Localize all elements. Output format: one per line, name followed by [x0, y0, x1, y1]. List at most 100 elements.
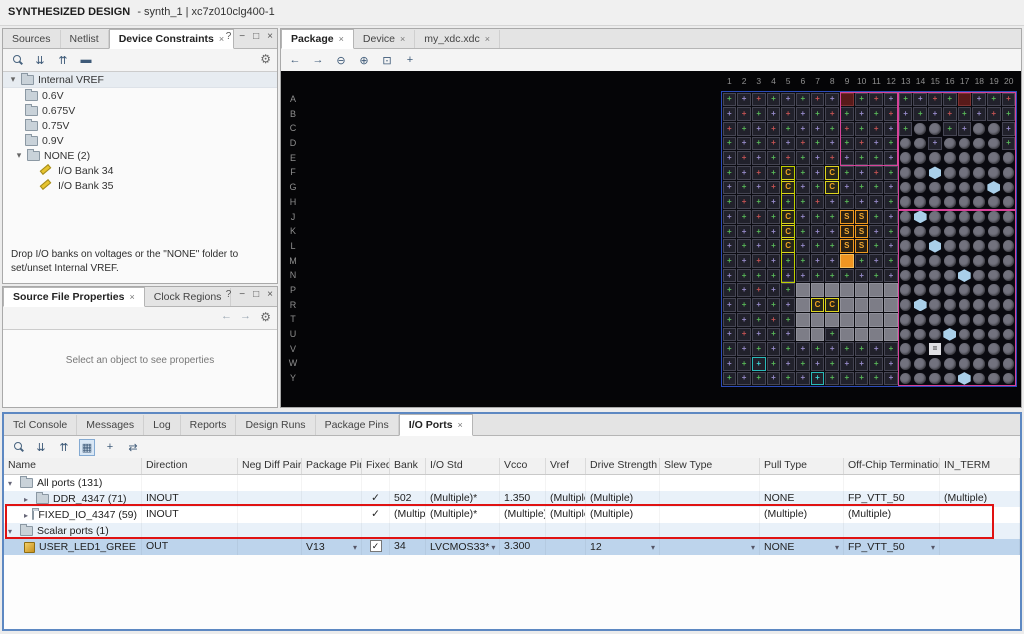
pin-cell[interactable]	[928, 239, 942, 253]
pin-cell[interactable]: +	[854, 180, 869, 195]
pin-cell[interactable]	[1002, 196, 1015, 208]
pin-cell[interactable]: +	[810, 180, 825, 195]
group-by-interface-icon[interactable]: ▦	[79, 438, 95, 456]
pin-cell[interactable]	[929, 152, 941, 164]
pin-cell[interactable]	[958, 240, 971, 253]
pin-cell[interactable]: +	[840, 356, 854, 371]
pin-cell[interactable]: +	[854, 107, 869, 121]
pin-cell[interactable]: +	[810, 136, 825, 151]
pin-cell[interactable]	[914, 152, 927, 164]
pin-cell[interactable]	[914, 196, 927, 208]
pin-cell[interactable]	[795, 283, 810, 298]
pin-cell[interactable]: +	[869, 356, 884, 371]
pin-cell[interactable]	[929, 372, 941, 385]
pin-cell[interactable]	[929, 211, 941, 223]
reorder-icon[interactable]: ⇄	[125, 439, 141, 456]
pin-cell[interactable]: +	[722, 327, 737, 342]
pin-cell[interactable]: +	[825, 327, 839, 342]
chevron-down-icon[interactable]: ▾	[15, 150, 23, 161]
pin-cell[interactable]	[929, 122, 941, 135]
pin-cell[interactable]	[869, 312, 884, 327]
pin-cell[interactable]	[840, 312, 854, 327]
pin-cell[interactable]	[1002, 313, 1015, 326]
pin-cell[interactable]: +	[913, 92, 928, 107]
pin-cell[interactable]	[914, 137, 927, 150]
pin-cell[interactable]	[958, 181, 971, 194]
pin-cell[interactable]	[958, 343, 971, 355]
pin-cell[interactable]	[943, 372, 956, 385]
tree-item-0p75v[interactable]: 0.75V	[3, 118, 277, 133]
pin-cell[interactable]: +	[854, 371, 869, 386]
tab-log[interactable]: Log	[144, 415, 181, 435]
pin-cell[interactable]	[884, 327, 898, 342]
pin-cell[interactable]	[795, 298, 810, 312]
pin-cell[interactable]: +	[795, 107, 810, 121]
pin-cell[interactable]: +	[795, 254, 810, 268]
column-header-neg_diff[interactable]: Neg Diff Pair	[238, 458, 302, 474]
io-port-row[interactable]: ▾ All ports (131)	[4, 475, 1020, 491]
pin-cell[interactable]: +	[869, 254, 884, 268]
pin-cell[interactable]	[987, 137, 1000, 150]
pin-cell[interactable]	[987, 284, 1000, 297]
pin-cell[interactable]: +	[766, 92, 781, 107]
pin-cell[interactable]: +	[840, 107, 854, 121]
pin-cell[interactable]	[973, 372, 985, 385]
pin-cell[interactable]	[987, 196, 1000, 208]
pin-cell[interactable]	[899, 225, 912, 238]
pin-cell[interactable]	[973, 152, 985, 164]
tab-messages[interactable]: Messages	[77, 415, 145, 435]
pin-cell[interactable]: +	[795, 224, 810, 239]
pin-cell[interactable]: +	[751, 327, 766, 342]
pin-cell[interactable]: +	[751, 342, 766, 356]
pin-cell[interactable]: +	[986, 92, 1001, 107]
tab-device[interactable]: Device ×	[354, 30, 416, 48]
pin-cell[interactable]	[929, 328, 941, 341]
pin-cell[interactable]	[943, 225, 956, 238]
tab-design-runs[interactable]: Design Runs	[236, 415, 316, 435]
pin-cell[interactable]	[869, 283, 884, 298]
pin-cell[interactable]: +	[722, 165, 737, 180]
pin-cell[interactable]: +	[751, 371, 766, 386]
column-header-pull[interactable]: Pull Type	[760, 458, 844, 474]
zoom-out-icon[interactable]: ⊖	[333, 52, 349, 69]
pin-cell[interactable]: +	[810, 254, 825, 268]
pin-cell[interactable]: +	[810, 224, 825, 239]
pin-cell[interactable]: +	[810, 210, 825, 224]
pin-cell[interactable]: +	[766, 151, 781, 165]
pin-cell[interactable]	[943, 269, 956, 282]
pin-cell[interactable]: +	[766, 254, 781, 268]
add-icon[interactable]: +	[102, 439, 118, 456]
pin-cell[interactable]: +	[781, 283, 795, 298]
pin-cell[interactable]	[943, 284, 956, 297]
dropdown-arrow-icon[interactable]: ▾	[833, 540, 839, 555]
pin-cell[interactable]: +	[928, 92, 942, 107]
tree-item-none[interactable]: ▾ NONE (2)	[3, 148, 277, 163]
pin-cell[interactable]: +	[840, 180, 854, 195]
maximize-icon[interactable]: □	[253, 289, 259, 300]
pin-cell[interactable]	[987, 357, 1000, 370]
pin-cell[interactable]: +	[854, 254, 869, 268]
pin-cell[interactable]: S	[840, 210, 854, 224]
pin-cell[interactable]	[795, 327, 810, 342]
pin-cell[interactable]: +	[751, 151, 766, 165]
pin-cell[interactable]: +	[766, 356, 781, 371]
pin-cell[interactable]	[973, 284, 985, 297]
pin-cell[interactable]: +	[781, 107, 795, 121]
pin-cell[interactable]	[854, 327, 869, 342]
search-icon[interactable]	[9, 52, 25, 69]
cell-io_std[interactable]: LVCMOS33* ▾	[426, 539, 500, 555]
pin-cell[interactable]: +	[825, 268, 839, 283]
pin-cell[interactable]: +	[795, 268, 810, 283]
column-header-package_pin[interactable]: Package Pin	[302, 458, 362, 474]
pin-cell[interactable]: +	[884, 121, 898, 136]
tree-item-io-bank-34[interactable]: I/O Bank 34	[3, 163, 277, 178]
pin-cell[interactable]	[914, 328, 927, 341]
pin-cell[interactable]: +	[737, 342, 751, 356]
pin-cell[interactable]	[1002, 255, 1015, 267]
pin-cell[interactable]	[1002, 225, 1015, 238]
dropdown-arrow-icon[interactable]: ▾	[489, 540, 495, 555]
pin-cell[interactable]: +	[972, 107, 986, 121]
tab-package[interactable]: Package ×	[281, 29, 354, 49]
pin-cell[interactable]	[987, 372, 1000, 385]
pin-cell[interactable]: +	[869, 151, 884, 165]
